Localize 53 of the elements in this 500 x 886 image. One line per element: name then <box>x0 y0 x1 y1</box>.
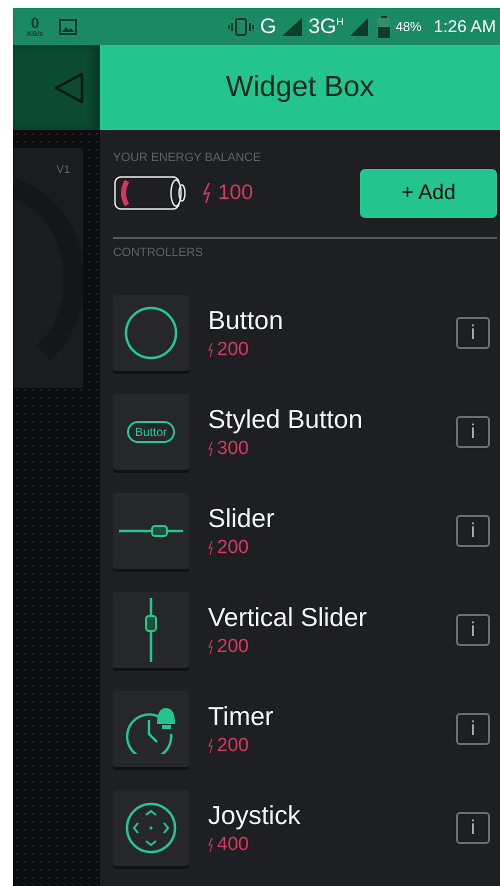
bolt-icon <box>208 838 214 852</box>
image-icon <box>59 18 77 34</box>
widget-name: Slider <box>208 503 276 535</box>
widget-cost: 400 <box>217 834 249 856</box>
drawer-title: Widget Box <box>226 71 374 104</box>
widget-name: Joystick <box>208 800 302 832</box>
pin-label: V1 <box>56 164 70 176</box>
info-button[interactable]: i <box>456 416 490 448</box>
widget-tile[interactable] <box>113 295 189 371</box>
energy-amount: 100 <box>218 181 254 205</box>
info-button[interactable]: i <box>456 317 490 349</box>
joystick-icon <box>125 802 177 854</box>
section-title: CONTROLLERS <box>113 245 204 259</box>
widget-cost: 200 <box>217 734 249 757</box>
widget-tile[interactable] <box>113 790 189 866</box>
widget-cost: 200 <box>217 536 249 559</box>
signal-icon <box>282 18 302 36</box>
widget-name: Button <box>208 305 284 337</box>
info-button[interactable]: i <box>456 515 490 547</box>
network-type: G <box>260 14 276 38</box>
add-button[interactable]: + Add <box>360 168 497 218</box>
energy-label: YOUR ENERGY BALANCE <box>113 150 262 164</box>
clock: 1:26 AM <box>434 16 496 36</box>
vibrate-icon <box>228 16 254 36</box>
signal-icon <box>350 18 368 36</box>
circle-icon <box>124 306 178 360</box>
widget-tile[interactable] <box>113 493 189 569</box>
network-sub: H <box>336 16 344 28</box>
bolt-icon <box>208 342 214 357</box>
battery-icon <box>378 16 390 38</box>
info-button[interactable]: i <box>456 713 490 745</box>
widget-cost: 200 <box>217 636 249 658</box>
info-button[interactable]: i <box>456 812 490 844</box>
speed-value: 0 <box>30 16 40 30</box>
button-preview: Buttor <box>126 421 175 443</box>
widget-cost: 200 <box>217 338 249 361</box>
bolt-icon <box>208 442 214 456</box>
vertical-slider-icon <box>144 598 158 662</box>
bolt-icon <box>203 183 213 203</box>
network-type: 3G$^{H}$ <box>308 14 344 38</box>
bolt-icon <box>208 640 214 654</box>
bolt-icon <box>208 540 214 555</box>
widget-tile[interactable]: Buttor <box>113 394 189 470</box>
battery-percent: 48% <box>396 19 422 34</box>
widget-tile[interactable] <box>113 691 189 767</box>
widget-name: Styled Button <box>208 404 364 436</box>
widget-cost: 300 <box>217 438 249 460</box>
widget-name: Timer <box>208 701 274 733</box>
info-button[interactable]: i <box>456 614 490 646</box>
widget-tile[interactable] <box>113 592 189 668</box>
widget-name: Vertical Slider <box>208 602 368 634</box>
bolt-icon <box>208 738 214 753</box>
slider-icon <box>119 524 183 538</box>
